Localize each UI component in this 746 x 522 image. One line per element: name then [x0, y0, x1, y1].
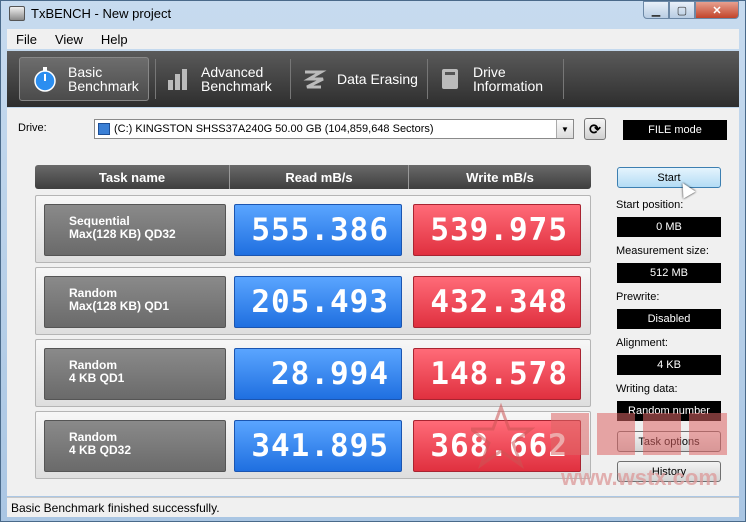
task-button-seq-qd32[interactable]: Sequential Max(128 KB) QD32: [44, 204, 226, 256]
start-button[interactable]: Start: [617, 167, 721, 188]
write-value: 148.578: [413, 348, 581, 400]
read-value: 28.994: [234, 348, 402, 400]
task-label-line2: 4 KB QD1: [69, 371, 125, 385]
column-header-task: Task name: [98, 169, 166, 185]
drive-label: Drive:: [18, 122, 47, 134]
prewrite-label: Prewrite:: [616, 291, 660, 303]
tab-label-line1: Data Erasing: [337, 71, 418, 87]
drive-icon: [98, 123, 110, 135]
table-row: Random Max(128 KB) QD1 205.493 432.348: [35, 267, 591, 335]
menu-help[interactable]: Help: [92, 32, 137, 47]
write-value: 368.662: [413, 420, 581, 472]
write-value: 539.975: [413, 204, 581, 256]
task-label-line2: Max(128 KB) QD32: [69, 227, 176, 241]
menu-bar: File View Help: [7, 29, 739, 49]
tab-label-line1: Basic: [68, 64, 103, 80]
drive-select[interactable]: (C:) KINGSTON SHSS37A240G 50.00 GB (104,…: [94, 119, 574, 139]
app-icon: [9, 6, 25, 21]
window-title: TxBENCH - New project: [31, 6, 172, 21]
writing-data-label: Writing data:: [616, 383, 678, 395]
app-window: TxBENCH - New project ▁ ▢ ✕ File View He…: [0, 0, 746, 522]
table-row: Sequential Max(128 KB) QD32 555.386 539.…: [35, 195, 591, 263]
chevron-down-icon[interactable]: ▼: [556, 120, 573, 138]
title-bar: TxBENCH - New project ▁ ▢ ✕: [1, 1, 745, 27]
table-row: Random 4 KB QD32 341.895 368.662: [35, 411, 591, 479]
read-value: 341.895: [234, 420, 402, 472]
eraser-icon: [303, 70, 327, 89]
column-header-read: Read mB/s: [229, 165, 408, 189]
task-label-line2: Max(128 KB) QD1: [69, 299, 170, 313]
mode-indicator: FILE mode: [623, 120, 727, 140]
tab-basic-benchmark[interactable]: Basic Benchmark: [19, 57, 149, 101]
refresh-button[interactable]: ⟳: [584, 118, 606, 140]
alignment-value: 4 KB: [617, 355, 721, 375]
writing-data-value: Random number: [617, 401, 721, 421]
alignment-label: Alignment:: [616, 337, 668, 349]
status-bar: Basic Benchmark finished successfully.: [7, 497, 739, 517]
read-value: 555.386: [234, 204, 402, 256]
tab-label-line1: Advanced: [201, 64, 264, 80]
task-button-random-4k-qd32[interactable]: Random 4 KB QD32: [44, 420, 226, 472]
start-position-value: 0 MB: [617, 217, 721, 237]
tab-drive-information[interactable]: Drive Information: [437, 57, 567, 101]
measurement-size-value: 512 MB: [617, 263, 721, 283]
tab-data-erasing[interactable]: Data Erasing: [301, 57, 425, 101]
task-label-line2: 4 KB QD32: [69, 443, 132, 457]
tab-label-line2: Information: [473, 78, 544, 94]
table-row: Random 4 KB QD1 28.994 148.578: [35, 339, 591, 407]
drive-selected-value: (C:) KINGSTON SHSS37A240G 50.00 GB (104,…: [114, 123, 434, 135]
minimize-button[interactable]: ▁: [643, 1, 669, 19]
tab-label-line2: Benchmark: [201, 78, 272, 94]
menu-file[interactable]: File: [7, 32, 46, 47]
task-button-random-128k-qd1[interactable]: Random Max(128 KB) QD1: [44, 276, 226, 328]
task-button-random-4k-qd1[interactable]: Random 4 KB QD1: [44, 348, 226, 400]
menu-view[interactable]: View: [46, 32, 92, 47]
tab-divider: [427, 59, 428, 99]
close-button[interactable]: ✕: [695, 1, 739, 19]
measurement-size-label: Measurement size:: [616, 245, 709, 257]
status-text: Basic Benchmark finished successfully.: [11, 500, 220, 515]
tab-advanced-benchmark[interactable]: Advanced Benchmark: [165, 57, 285, 101]
drive-icon: [442, 69, 458, 89]
tab-label-line2: Benchmark: [68, 78, 139, 94]
mode-toolbar: Basic Benchmark Advanced Benchmark Data Er…: [7, 51, 739, 107]
maximize-button[interactable]: ▢: [669, 1, 695, 19]
refresh-icon: ⟳: [589, 120, 601, 137]
watermark-url: www.wstx.com: [561, 465, 718, 490]
table-header: Task name Read mB/s Write mB/s: [35, 165, 591, 189]
stopwatch-icon: [34, 67, 56, 92]
tab-divider: [563, 59, 564, 99]
write-value: 432.348: [413, 276, 581, 328]
window-controls: ▁ ▢ ✕: [643, 1, 739, 19]
tab-label-line1: Drive: [473, 64, 506, 80]
tab-divider: [290, 59, 291, 99]
prewrite-value: Disabled: [617, 309, 721, 329]
benchmark-table: Task name Read mB/s Write mB/s Sequentia…: [35, 165, 591, 485]
column-header-write: Write mB/s: [408, 165, 591, 189]
start-position-label: Start position:: [616, 199, 684, 211]
bar-chart-icon: [168, 69, 187, 90]
read-value: 205.493: [234, 276, 402, 328]
task-options-button[interactable]: Task options: [617, 431, 721, 452]
tab-divider: [155, 59, 156, 99]
